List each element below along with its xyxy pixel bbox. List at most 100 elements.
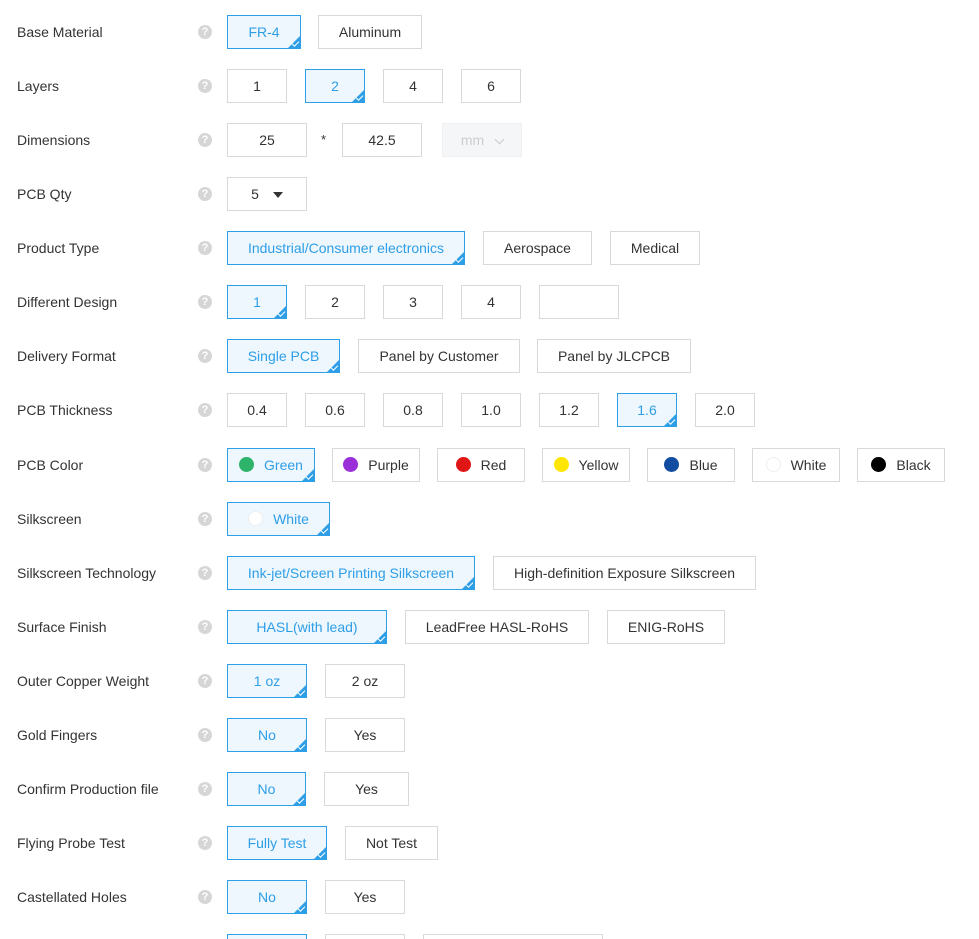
help-icon[interactable]: ? [198,836,212,850]
option-thickness-2.0[interactable]: 2.0 [695,393,755,427]
option-color-yellow[interactable]: Yellow [542,448,630,482]
option-aluminum[interactable]: Aluminum [318,15,422,49]
pcb-color-label: PCB Color [17,457,84,473]
option-panel-by-customer[interactable]: Panel by Customer [358,339,520,373]
color-white-label: White [790,457,827,473]
design-custom-input[interactable] [539,285,619,319]
option-layers-6[interactable]: 6 [461,69,521,103]
row-silkscreen-technology: Silkscreen Technology ? Ink-jet/Screen P… [0,556,979,590]
blue-swatch-icon [664,457,680,473]
option-design-1[interactable]: 1 [227,285,287,319]
silkscreen-label: Silkscreen [17,511,82,527]
row-flying-probe-test: Flying Probe Test ? Fully Test Not Test [0,826,979,860]
help-icon[interactable]: ? [198,512,212,526]
help-icon[interactable]: ? [198,728,212,742]
row-different-design: Different Design ? 1 2 3 4 [0,285,979,319]
option-medical[interactable]: Medical [610,231,700,265]
option-inkjet-screen-printing[interactable]: Ink-jet/Screen Printing Silkscreen [227,556,475,590]
option-partial-2[interactable] [325,934,405,939]
option-design-2[interactable]: 2 [305,285,365,319]
dimension-width-input[interactable]: 25 [227,123,307,157]
option-copper-1oz[interactable]: 1 oz [227,664,307,698]
caret-down-icon [272,192,283,199]
option-leadfree-hasl[interactable]: LeadFree HASL-RoHS [405,610,589,644]
product-type-label: Product Type [17,240,100,256]
option-industrial-consumer[interactable]: Industrial/Consumer electronics [227,231,465,265]
help-icon[interactable]: ? [198,295,212,309]
option-aerospace[interactable]: Aerospace [483,231,592,265]
option-not-test[interactable]: Not Test [345,826,438,860]
option-thickness-1.2[interactable]: 1.2 [539,393,599,427]
help-icon[interactable]: ? [198,403,212,417]
option-layers-4[interactable]: 4 [383,69,443,103]
option-thickness-0.6[interactable]: 0.6 [305,393,365,427]
option-thickness-0.8[interactable]: 0.8 [383,393,443,427]
option-thickness-0.4[interactable]: 0.4 [227,393,287,427]
option-layers-1[interactable]: 1 [227,69,287,103]
option-color-green[interactable]: Green [227,448,315,482]
help-icon[interactable]: ? [198,674,212,688]
option-panel-by-jlcpcb[interactable]: Panel by JLCPCB [537,339,691,373]
option-fully-test[interactable]: Fully Test [227,826,327,860]
option-layers-2[interactable]: 2 [305,69,365,103]
silkscreen-technology-label: Silkscreen Technology [17,565,157,581]
help-icon[interactable]: ? [198,241,212,255]
option-hd-exposure[interactable]: High-definition Exposure Silkscreen [493,556,756,590]
option-confirm-yes[interactable]: Yes [324,772,409,806]
color-black-label: Black [896,457,931,473]
option-color-blue[interactable]: Blue [647,448,735,482]
option-color-red[interactable]: Red [437,448,525,482]
row-pcb-color: PCB Color ? Green Purple Red Yellow Blue… [0,448,979,482]
dimension-height-input[interactable]: 42.5 [342,123,422,157]
unit-select[interactable]: mm [442,123,522,157]
option-partial-1[interactable] [227,934,307,939]
red-swatch-icon [455,457,471,473]
row-outer-copper-weight: Outer Copper Weight ? 1 oz 2 oz [0,664,979,698]
option-color-black[interactable]: Black [857,448,945,482]
row-partial-next [0,934,979,939]
layers-label: Layers [17,78,60,94]
row-silkscreen: Silkscreen ? White [0,502,979,536]
option-color-white[interactable]: White [752,448,840,482]
yellow-swatch-icon [553,457,569,473]
option-castellated-no[interactable]: No [227,880,307,914]
option-gold-fingers-no[interactable]: No [227,718,307,752]
option-castellated-yes[interactable]: Yes [325,880,405,914]
option-silkscreen-white[interactable]: White [227,502,330,536]
row-layers: Layers ? 1 2 4 6 [0,69,979,103]
option-design-4[interactable]: 4 [461,285,521,319]
help-icon[interactable]: ? [198,79,212,93]
option-partial-3[interactable] [423,934,603,939]
option-hasl-with-lead[interactable]: HASL(with lead) [227,610,387,644]
silkscreen-white-label: White [273,511,309,527]
option-fr4[interactable]: FR-4 [227,15,301,49]
help-icon[interactable]: ? [198,133,212,147]
pcb-qty-select[interactable]: 5 [227,177,307,211]
option-single-pcb[interactable]: Single PCB [227,339,340,373]
option-thickness-1.0[interactable]: 1.0 [461,393,521,427]
help-icon[interactable]: ? [198,187,212,201]
help-icon[interactable]: ? [198,25,212,39]
color-purple-label: Purple [368,457,409,473]
help-icon[interactable]: ? [198,349,212,363]
option-design-3[interactable]: 3 [383,285,443,319]
row-pcb-qty: PCB Qty ? 5 [0,177,979,211]
option-color-purple[interactable]: Purple [332,448,420,482]
black-swatch-icon [871,457,887,473]
option-thickness-1.6[interactable]: 1.6 [617,393,677,427]
option-enig-rohs[interactable]: ENIG-RoHS [607,610,725,644]
help-icon[interactable]: ? [198,890,212,904]
help-icon[interactable]: ? [198,458,212,472]
unit-value: mm [460,132,485,148]
row-base-material: Base Material ? FR-4 Aluminum [0,15,979,49]
row-castellated-holes: Castellated Holes ? No Yes [0,880,979,914]
option-gold-fingers-yes[interactable]: Yes [325,718,405,752]
option-confirm-no[interactable]: No [227,772,306,806]
dimension-separator: * [321,132,327,147]
row-pcb-thickness: PCB Thickness ? 0.4 0.6 0.8 1.0 1.2 1.6 … [0,393,979,427]
help-icon[interactable]: ? [198,566,212,580]
help-icon[interactable]: ? [198,620,212,634]
chevron-down-icon [494,134,505,145]
help-icon[interactable]: ? [198,782,212,796]
option-copper-2oz[interactable]: 2 oz [325,664,405,698]
